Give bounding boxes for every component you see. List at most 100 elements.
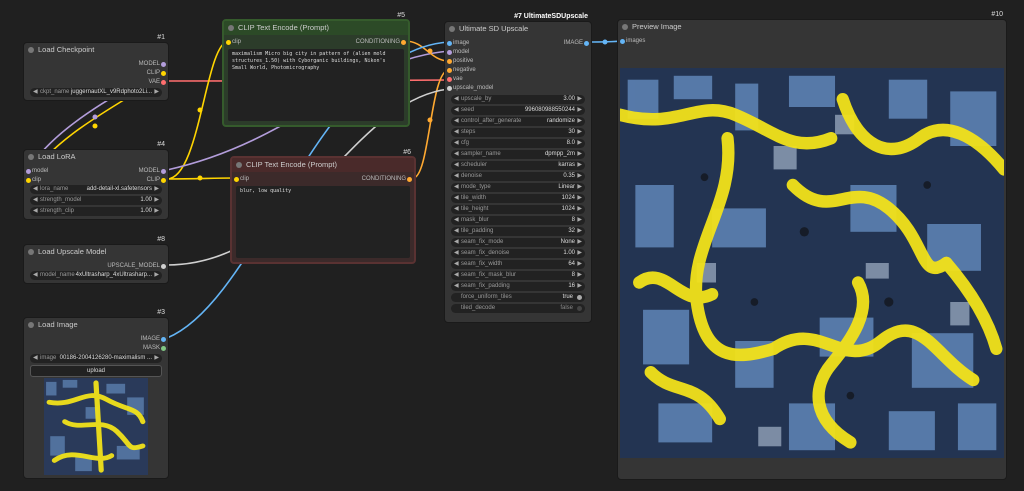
arrow-left-icon[interactable]: ◀ (454, 282, 459, 291)
node-title[interactable]: CLIP Text Encode (Prompt) (224, 21, 408, 35)
node-title[interactable]: Load Upscale Model (24, 245, 168, 259)
port-dot[interactable] (447, 49, 452, 55)
port-dot[interactable] (161, 79, 166, 85)
port-dot[interactable] (161, 177, 166, 183)
port-dot[interactable] (447, 85, 452, 91)
arrow-right-icon[interactable]: ▶ (577, 106, 582, 115)
output-model[interactable]: MODEL (139, 167, 166, 175)
output-conditioning[interactable]: CONDITIONING (362, 175, 412, 183)
arrow-right-icon[interactable]: ▶ (577, 260, 582, 269)
port-dot[interactable] (620, 38, 625, 44)
arrow-right-icon[interactable]: ▶ (577, 249, 582, 258)
widget-sampler-name[interactable]: ◀ sampler_name dpmpp_2m ▶ (451, 150, 585, 159)
arrow-left-icon[interactable]: ◀ (33, 196, 38, 205)
port-dot[interactable] (26, 177, 31, 183)
port-dot[interactable] (234, 176, 239, 182)
input-negative[interactable]: negative (447, 66, 476, 74)
arrow-left-icon[interactable]: ◀ (454, 172, 459, 181)
arrow-left-icon[interactable]: ◀ (33, 207, 38, 216)
arrow-left-icon[interactable]: ◀ (454, 249, 459, 258)
input-model[interactable]: model (447, 48, 469, 56)
node-title[interactable]: Load Image (24, 318, 168, 332)
node-title[interactable]: Load LoRA (24, 150, 168, 164)
arrow-right-icon[interactable]: ▶ (154, 196, 159, 205)
output-clip[interactable]: CLIP (147, 69, 166, 77)
port-dot[interactable] (447, 40, 452, 46)
input-clip[interactable]: clip (26, 176, 41, 184)
prompt-textarea[interactable]: blur, low quality (236, 186, 410, 258)
port-dot[interactable] (584, 40, 589, 46)
arrow-right-icon[interactable]: ▶ (577, 117, 582, 126)
arrow-left-icon[interactable]: ◀ (454, 117, 459, 126)
input-image[interactable]: image (447, 39, 469, 47)
output-upscale-model[interactable]: UPSCALE_MODEL (107, 262, 166, 270)
arrow-right-icon[interactable]: ▶ (577, 194, 582, 203)
arrow-left-icon[interactable]: ◀ (33, 185, 38, 194)
port-dot[interactable] (161, 70, 166, 76)
arrow-left-icon[interactable]: ◀ (454, 194, 459, 203)
output-image[interactable]: IMAGE (141, 335, 166, 343)
widget-tile-width[interactable]: ◀ tile_width 1024 ▶ (451, 194, 585, 203)
arrow-left-icon[interactable]: ◀ (454, 150, 459, 159)
arrow-right-icon[interactable]: ▶ (577, 172, 582, 181)
widget-scheduler[interactable]: ◀ scheduler karras ▶ (451, 161, 585, 170)
arrow-right-icon[interactable]: ▶ (154, 88, 159, 97)
widget-mask-blur[interactable]: ◀ mask_blur 8 ▶ (451, 216, 585, 225)
ckpt-name-combo[interactable]: ◀ ckpt_name juggernautXL_v9Rdphoto2Li...… (30, 88, 162, 97)
input-vae[interactable]: vae (447, 75, 463, 83)
arrow-left-icon[interactable]: ◀ (454, 106, 459, 115)
arrow-left-icon[interactable]: ◀ (454, 95, 459, 104)
arrow-right-icon[interactable]: ▶ (154, 185, 159, 194)
model-name-combo[interactable]: ◀ model_name 4xUltrasharp_4xUltrasharp... ▶ (30, 271, 162, 280)
port-dot[interactable] (226, 39, 231, 45)
widget-tile-padding[interactable]: ◀ tile_padding 32 ▶ (451, 227, 585, 236)
widget-seam-fix-width[interactable]: ◀ seam_fix_width 64 ▶ (451, 260, 585, 269)
output-vae[interactable]: VAE (148, 78, 166, 86)
widget-seed[interactable]: ◀ seed 996080988550244 ▶ (451, 106, 585, 115)
arrow-right-icon[interactable]: ▶ (154, 354, 159, 363)
node-load-checkpoint[interactable]: #1 Load Checkpoint MODEL CLIP VAE ◀ ckpt… (23, 34, 169, 101)
node-title[interactable]: Preview Image (618, 20, 1006, 34)
port-dot[interactable] (401, 39, 406, 45)
arrow-right-icon[interactable]: ▶ (154, 271, 159, 280)
node-load-lora[interactable]: #4 Load LoRA model clip MODEL CLIP ◀ lora… (23, 141, 169, 220)
arrow-left-icon[interactable]: ◀ (454, 216, 459, 225)
toggle-off-icon[interactable] (577, 306, 582, 311)
port-dot[interactable] (447, 76, 452, 82)
widget-seam-fix-denoise[interactable]: ◀ seam_fix_denoise 1.00 ▶ (451, 249, 585, 258)
node-load-upscale-model[interactable]: #8 Load Upscale Model UPSCALE_MODEL ◀ mod… (23, 236, 169, 284)
input-upscale-model[interactable]: upscale_model (447, 84, 493, 92)
input-clip[interactable]: clip (226, 38, 241, 46)
port-dot[interactable] (447, 58, 452, 64)
prompt-textarea[interactable]: maximalism Micro big city in pattern of … (228, 49, 404, 121)
widget-denoise[interactable]: ◀ denoise 0.35 ▶ (451, 172, 585, 181)
input-positive[interactable]: positive (447, 57, 473, 65)
arrow-right-icon[interactable]: ▶ (154, 207, 159, 216)
node-clip-text-encode-positive[interactable]: #5 CLIP Text Encode (Prompt) clip CONDIT… (222, 12, 410, 127)
node-title[interactable]: CLIP Text Encode (Prompt) (232, 158, 414, 172)
arrow-left-icon[interactable]: ◀ (454, 238, 459, 247)
widget-seam-fix-mask-blur[interactable]: ◀ seam_fix_mask_blur 8 ▶ (451, 271, 585, 280)
output-image[interactable]: IMAGE (564, 39, 589, 47)
arrow-left-icon[interactable]: ◀ (454, 139, 459, 148)
node-preview-image[interactable]: #10 Preview Image images (617, 11, 1007, 480)
node-ultimate-sd-upscale[interactable]: #7 UltimateSDUpscale Ultimate SD Upscale… (444, 13, 592, 323)
port-dot[interactable] (447, 67, 452, 73)
arrow-left-icon[interactable]: ◀ (33, 354, 38, 363)
arrow-right-icon[interactable]: ▶ (577, 227, 582, 236)
output-conditioning[interactable]: CONDITIONING (356, 38, 406, 46)
port-dot[interactable] (161, 168, 166, 174)
output-model[interactable]: MODEL (139, 60, 166, 68)
toggle-tiled-decode[interactable]: tiled_decode false (451, 304, 585, 313)
widget-mode-type[interactable]: ◀ mode_type Linear ▶ (451, 183, 585, 192)
arrow-left-icon[interactable]: ◀ (33, 88, 38, 97)
arrow-left-icon[interactable]: ◀ (454, 205, 459, 214)
port-dot[interactable] (407, 176, 412, 182)
arrow-left-icon[interactable]: ◀ (454, 128, 459, 137)
toggle-on-icon[interactable] (577, 295, 582, 300)
arrow-left-icon[interactable]: ◀ (454, 260, 459, 269)
widget-tile-height[interactable]: ◀ tile_height 1024 ▶ (451, 205, 585, 214)
arrow-left-icon[interactable]: ◀ (454, 183, 459, 192)
arrow-right-icon[interactable]: ▶ (577, 271, 582, 280)
arrow-right-icon[interactable]: ▶ (577, 95, 582, 104)
